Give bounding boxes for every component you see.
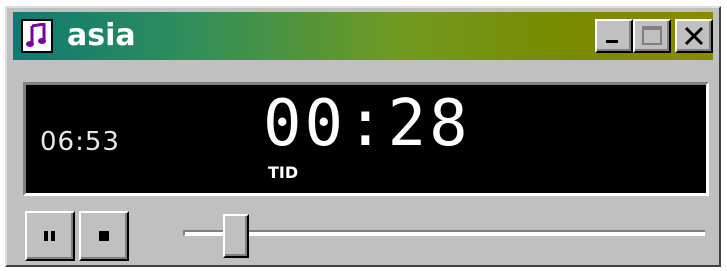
- minimize-icon: [606, 40, 618, 43]
- seek-thumb[interactable]: [223, 214, 249, 258]
- seek-track[interactable]: [183, 230, 705, 236]
- music-note-icon[interactable]: [21, 19, 53, 53]
- maximize-icon: [642, 26, 662, 45]
- close-button[interactable]: [675, 19, 713, 53]
- elapsed-time: 00:28: [263, 87, 471, 161]
- elapsed-label: TID: [268, 163, 299, 182]
- minimize-button[interactable]: [595, 19, 633, 53]
- total-time: 06:53: [40, 127, 120, 157]
- pause-button[interactable]: [25, 211, 75, 261]
- time-display: 06:53 00:28 TID: [23, 82, 709, 196]
- pause-icon: [44, 231, 55, 241]
- stop-icon: [99, 231, 109, 241]
- media-player-window: asia 06:53 00:28 TID: [5, 6, 721, 267]
- maximize-button[interactable]: [633, 19, 671, 53]
- window-title: asia: [67, 18, 136, 53]
- stop-button[interactable]: [79, 211, 129, 261]
- title-bar[interactable]: asia: [13, 12, 713, 60]
- close-icon: [684, 26, 704, 46]
